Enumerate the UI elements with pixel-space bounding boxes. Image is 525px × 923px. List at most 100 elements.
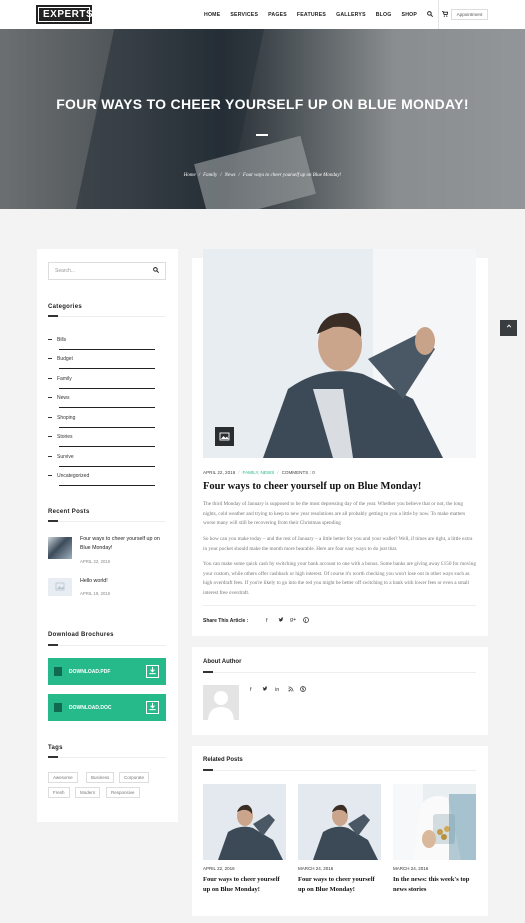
download-label: DOWNLOAD.DOC bbox=[69, 705, 112, 711]
related-post-title[interactable]: In the news: this week's top news storie… bbox=[393, 875, 476, 894]
tag-fresh[interactable]: Fresh bbox=[48, 787, 70, 798]
nav-shop[interactable]: SHOP bbox=[402, 12, 418, 18]
related-post-image[interactable] bbox=[393, 784, 476, 860]
category-underline bbox=[59, 466, 155, 467]
breadcrumb-home[interactable]: Home bbox=[184, 173, 196, 178]
download-doc-button[interactable]: DOWNLOAD.DOC bbox=[48, 694, 166, 721]
tags-divider bbox=[48, 756, 166, 758]
category-family[interactable]: Family bbox=[48, 376, 72, 382]
download-icon[interactable] bbox=[146, 701, 159, 714]
logo-text[interactable]: EXPERTS bbox=[39, 8, 93, 21]
recent-post-title[interactable]: Hello world! bbox=[80, 577, 170, 586]
category-news[interactable]: News bbox=[48, 395, 70, 401]
tag-modern[interactable]: Modern bbox=[75, 787, 101, 798]
post-paragraph: So how can you make today – and the rest… bbox=[203, 536, 473, 552]
categories-title: Categories bbox=[48, 304, 83, 310]
category-stories[interactable]: Stories bbox=[48, 434, 73, 440]
hero-overlay bbox=[0, 29, 525, 209]
avatar bbox=[203, 685, 239, 720]
author-divider bbox=[203, 672, 476, 673]
appointment-button[interactable]: Appointment bbox=[451, 9, 488, 20]
recent-posts-divider bbox=[48, 520, 166, 522]
twitter-icon[interactable] bbox=[262, 686, 268, 694]
title-underline bbox=[256, 134, 268, 136]
pinterest-icon[interactable] bbox=[303, 617, 309, 625]
breadcrumb-family[interactable]: Family bbox=[203, 173, 217, 178]
share-label: Share This Article : bbox=[203, 618, 249, 624]
linkedin-icon[interactable]: in bbox=[275, 687, 279, 693]
post-paragraph: You can make some quick cash by switchin… bbox=[203, 561, 476, 596]
recent-post-placeholder-icon[interactable] bbox=[48, 578, 72, 596]
search-icon[interactable] bbox=[427, 10, 434, 19]
category-shoping[interactable]: Shoping bbox=[48, 415, 75, 421]
category-underline bbox=[59, 485, 155, 486]
related-post-date: APRIL 22, 2016 bbox=[203, 866, 235, 871]
search-placeholder: Search... bbox=[55, 268, 76, 274]
breadcrumb-current: Four ways to cheer yourself up on Blue M… bbox=[242, 173, 342, 178]
category-uncategorized[interactable]: Uncategorized bbox=[48, 473, 89, 479]
search-icon[interactable] bbox=[153, 267, 160, 275]
recent-post-title[interactable]: Four ways to cheer yourself up on Blue M… bbox=[80, 535, 170, 553]
sidebar: Search... Categories Bills Budget Family… bbox=[37, 249, 178, 822]
breadcrumb-news[interactable]: News bbox=[225, 173, 236, 178]
related-divider bbox=[203, 770, 476, 771]
nav-features[interactable]: FEATURES bbox=[297, 12, 326, 18]
post-date: APRIL 22, 2016 bbox=[203, 470, 236, 475]
twitter-icon[interactable] bbox=[278, 617, 284, 625]
author-divider-accent bbox=[203, 671, 213, 673]
related-post-date: MARCH 24, 2016 bbox=[393, 866, 429, 871]
cart-icon[interactable] bbox=[442, 10, 449, 19]
related-post-title[interactable]: Four ways to cheer yourself up on Blue M… bbox=[298, 875, 381, 894]
related-posts-title: Related Posts bbox=[203, 757, 243, 763]
related-post-image[interactable] bbox=[203, 784, 286, 860]
category-budget[interactable]: Budget bbox=[48, 356, 73, 362]
nav-home[interactable]: HOME bbox=[204, 12, 220, 18]
tag-business[interactable]: Business bbox=[86, 772, 115, 783]
related-divider-accent bbox=[203, 769, 213, 771]
related-post-date: MARCH 24, 2016 bbox=[298, 866, 334, 871]
related-post-title[interactable]: Four ways to cheer yourself up on Blue M… bbox=[203, 875, 286, 894]
category-bills[interactable]: Bills bbox=[48, 337, 66, 343]
page-title: FOUR WAYS TO CHEER YOURSELF UP ON BLUE M… bbox=[56, 96, 469, 112]
file-icon bbox=[54, 667, 62, 676]
nav-services[interactable]: SERVICES bbox=[230, 12, 258, 18]
scroll-to-top-button[interactable] bbox=[500, 320, 517, 336]
related-post-image[interactable] bbox=[298, 784, 381, 860]
tag-responsive[interactable]: Responsive bbox=[106, 787, 140, 798]
nav-blog[interactable]: BLOG bbox=[376, 12, 392, 18]
post-divider bbox=[203, 605, 476, 606]
tag-corporate[interactable]: Corporate bbox=[119, 772, 150, 783]
about-author-title: About Author bbox=[203, 659, 242, 665]
image-format-icon bbox=[215, 427, 234, 446]
category-underline bbox=[59, 427, 155, 428]
tags-title: Tags bbox=[48, 745, 63, 751]
download-label: DOWNLOAD.PDF bbox=[69, 669, 111, 675]
download-pdf-button[interactable]: DOWNLOAD.PDF bbox=[48, 658, 166, 685]
post-categories[interactable]: FAMILY, NEWS bbox=[243, 470, 275, 475]
category-underline bbox=[59, 368, 155, 369]
facebook-icon[interactable]: f bbox=[250, 687, 252, 693]
recent-post-date: APRIL 22, 2016 bbox=[80, 559, 111, 564]
site-logo[interactable]: EXPERTS bbox=[36, 5, 93, 24]
skype-icon[interactable] bbox=[300, 686, 306, 694]
nav-gallerys[interactable]: GALLERYS bbox=[336, 12, 366, 18]
category-underline bbox=[59, 446, 155, 447]
main-nav: HOME SERVICES PAGES FEATURES GALLERYS BL… bbox=[204, 0, 457, 29]
facebook-icon[interactable]: f bbox=[266, 618, 268, 624]
google-plus-icon[interactable]: g+ bbox=[290, 617, 296, 623]
tag-awesome[interactable]: Awesome bbox=[48, 772, 78, 783]
download-icon[interactable] bbox=[146, 665, 159, 678]
post-paragraph: The third Monday of January is supposed … bbox=[203, 501, 466, 526]
recent-posts-title: Recent Posts bbox=[48, 509, 90, 515]
rss-icon[interactable] bbox=[288, 686, 294, 694]
post-comments[interactable]: COMMENTS : 0 bbox=[282, 470, 315, 475]
recent-post-thumbnail[interactable] bbox=[48, 537, 72, 559]
category-survive[interactable]: Survive bbox=[48, 454, 74, 460]
search-input[interactable]: Search... bbox=[48, 262, 166, 280]
site-header: EXPERTS HOME SERVICES PAGES FEATURES GAL… bbox=[0, 0, 525, 29]
post-featured-image[interactable] bbox=[203, 249, 476, 458]
categories-divider bbox=[48, 315, 166, 317]
chevron-up-icon[interactable] bbox=[506, 324, 512, 331]
post-title: Four ways to cheer yourself up on Blue M… bbox=[203, 481, 422, 492]
nav-pages[interactable]: PAGES bbox=[268, 12, 287, 18]
